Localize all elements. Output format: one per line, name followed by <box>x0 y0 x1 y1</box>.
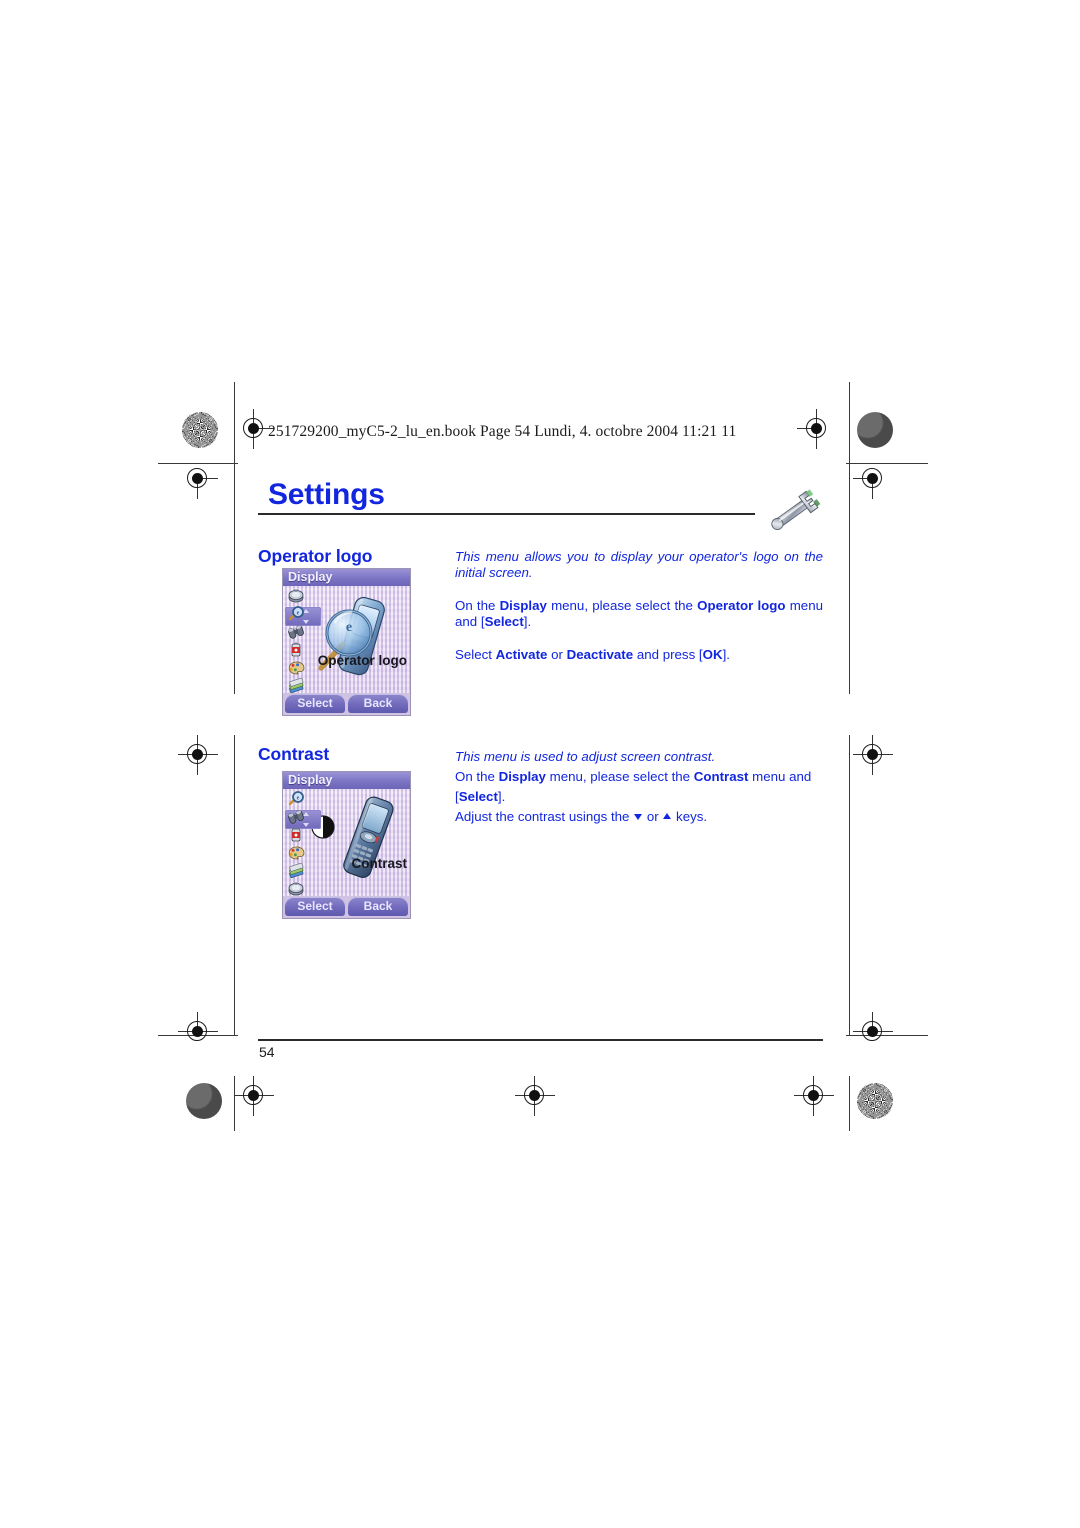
section-body-contrast: This menu is used to adjust screen contr… <box>455 747 823 827</box>
phone-softkey-bar: Select Back <box>283 693 410 715</box>
page-title: Settings <box>268 478 385 511</box>
paragraph-activate: Select Activate or Deactivate and press … <box>455 647 823 663</box>
text-run: or <box>643 809 663 824</box>
text-run: On the <box>455 597 500 613</box>
registration-mark <box>234 1076 274 1116</box>
phone-screen-body: e e Operator logo <box>283 586 410 694</box>
alarm-clock-icon <box>288 589 304 603</box>
text-run: Adjust the contrast usings the <box>455 809 634 824</box>
registration-mark <box>178 1012 218 1052</box>
softkey-select[interactable]: Select <box>285 897 345 916</box>
svg-text:e: e <box>346 620 352 635</box>
trim-guide-line <box>234 735 236 1035</box>
phone-icon-rail: e <box>285 791 321 897</box>
text-run-bold: OK <box>702 646 723 662</box>
softkey-select[interactable]: Select <box>285 694 345 713</box>
text-run: and press [ <box>633 646 703 662</box>
phone-menu-label: Operator logo <box>317 653 407 668</box>
registration-mark <box>853 459 893 499</box>
magnifier-icon: e <box>288 791 304 806</box>
text-run: This menu allows you to display your ope… <box>455 549 823 581</box>
density-patch <box>857 412 893 448</box>
text-run: On the <box>455 769 499 784</box>
book-source-line: 251729200_myC5-2_lu_en.book Page 54 Lund… <box>268 423 737 440</box>
paragraph-intro: This menu is used to adjust screen contr… <box>455 747 823 767</box>
phone-screenshot-operator-logo: Display e e Operator logo Select Back <box>283 569 410 715</box>
text-run-bold: Select <box>484 614 524 630</box>
phone-titlebar: Display <box>283 772 410 789</box>
svg-text:e: e <box>297 796 300 802</box>
text-run-bold: Activate <box>495 646 548 662</box>
text-run: Select <box>455 646 496 662</box>
text-run-bold: Display <box>498 769 546 784</box>
registration-mark <box>178 459 218 499</box>
text-run-bold: Contrast <box>693 769 749 784</box>
density-patch <box>186 1083 222 1119</box>
phone-screenshot-contrast: Display e Contrast Select Back <box>283 772 410 918</box>
registration-mark <box>515 1076 555 1116</box>
title-underline-rule <box>258 513 755 516</box>
registration-mark <box>178 735 218 775</box>
trim-guide-line <box>849 382 851 694</box>
text-run: menu, please select the <box>546 597 698 613</box>
phone-softkey-bar: Select Back <box>283 896 410 918</box>
text-run: This menu is used to adjust screen contr… <box>455 749 716 764</box>
text-run: ]. <box>497 789 506 804</box>
color-rosette-patch <box>182 412 218 448</box>
section-heading-contrast: Contrast <box>258 744 330 764</box>
page-number: 54 <box>259 1044 275 1060</box>
text-run: keys. <box>672 809 708 824</box>
text-run: ]. <box>523 614 532 630</box>
softkey-back[interactable]: Back <box>348 897 408 916</box>
text-run-bold: Deactivate <box>566 646 634 662</box>
phone-titlebar: Display <box>283 569 410 586</box>
text-run: or <box>547 646 567 662</box>
up-key-icon <box>663 813 672 819</box>
text-run-bold: Operator logo <box>697 597 786 613</box>
text-run: menu, please select the <box>545 769 694 784</box>
phone-screen-body: e Contrast <box>283 789 410 896</box>
color-rosette-patch <box>857 1083 893 1119</box>
svg-text:e: e <box>297 611 300 617</box>
phone-icon-rail: e <box>285 588 321 694</box>
magnifier-icon: e <box>288 606 304 621</box>
trim-guide-line <box>849 735 851 1035</box>
softkey-back[interactable]: Back <box>348 694 408 713</box>
binoculars-icon <box>288 625 304 639</box>
battery-icon <box>291 827 301 842</box>
registration-mark <box>853 735 893 775</box>
registration-mark <box>794 1076 834 1116</box>
layers-icon <box>289 678 304 694</box>
registration-mark <box>797 409 837 449</box>
text-run-bold: Select <box>458 789 498 804</box>
binoculars-icon <box>288 810 304 824</box>
text-run-bold: Display <box>499 597 547 613</box>
trim-guide-line <box>849 1076 851 1131</box>
paragraph-keys: Adjust the contrast usings the or keys. <box>455 807 823 827</box>
wrench-icon <box>771 489 821 531</box>
paragraph-steps: On the Display menu, please select the O… <box>455 598 823 631</box>
text-run: ]. <box>722 646 730 662</box>
footer-rule <box>258 1039 823 1042</box>
paragraph-intro: This menu allows you to display your ope… <box>455 549 823 582</box>
section-body-operator-logo: This menu allows you to display your ope… <box>455 549 823 663</box>
registration-mark <box>853 1012 893 1052</box>
down-key-icon <box>634 814 643 820</box>
printed-page: 251729200_myC5-2_lu_en.book Page 54 Lund… <box>0 0 1080 1528</box>
alarm-clock-icon <box>288 882 304 896</box>
section-heading-operator-logo: Operator logo <box>258 546 373 566</box>
phone-menu-label: Contrast <box>351 856 407 871</box>
paragraph-steps: On the Display menu, please select the C… <box>455 767 823 807</box>
